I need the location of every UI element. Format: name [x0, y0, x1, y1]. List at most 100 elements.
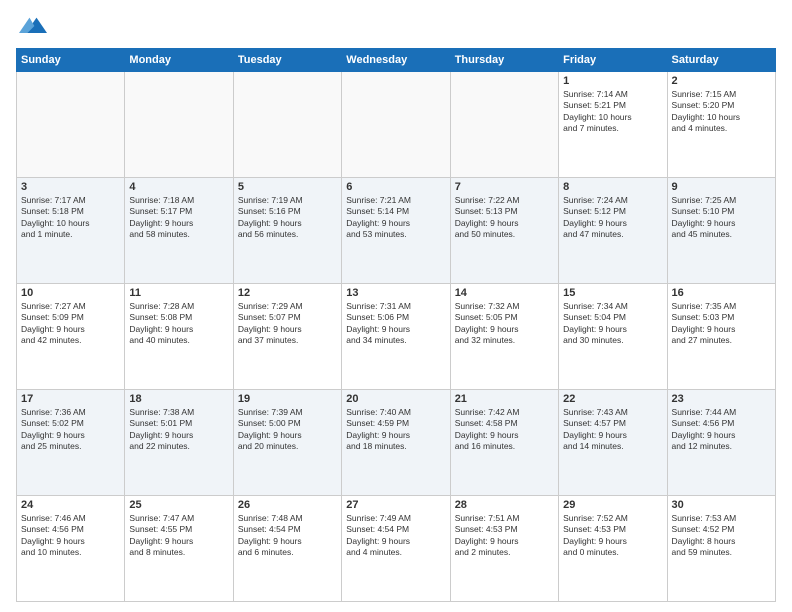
table-row: 28Sunrise: 7:51 AM Sunset: 4:53 PM Dayli… [450, 496, 558, 602]
logo-icon [19, 12, 47, 40]
table-row: 12Sunrise: 7:29 AM Sunset: 5:07 PM Dayli… [233, 284, 341, 390]
table-row [233, 72, 341, 178]
col-tuesday: Tuesday [233, 49, 341, 72]
day-number: 9 [672, 181, 771, 193]
day-info: Sunrise: 7:21 AM Sunset: 5:14 PM Dayligh… [346, 195, 445, 241]
day-info: Sunrise: 7:19 AM Sunset: 5:16 PM Dayligh… [238, 195, 337, 241]
day-info: Sunrise: 7:35 AM Sunset: 5:03 PM Dayligh… [672, 301, 771, 347]
calendar-week-row: 17Sunrise: 7:36 AM Sunset: 5:02 PM Dayli… [17, 390, 776, 496]
col-thursday: Thursday [450, 49, 558, 72]
table-row: 26Sunrise: 7:48 AM Sunset: 4:54 PM Dayli… [233, 496, 341, 602]
day-info: Sunrise: 7:31 AM Sunset: 5:06 PM Dayligh… [346, 301, 445, 347]
logo [16, 12, 47, 40]
table-row: 3 Sunrise: 7:17 AM Sunset: 5:18 PM Daylig… [17, 178, 125, 284]
table-row: 30 Sunrise: 7:53 AM Sunset: 4:52 PM Dayli… [667, 496, 775, 602]
table-row: 22 Sunrise: 7:43 AM Sunset: 4:57 PM Dayli… [559, 390, 667, 496]
day-number: 30 [672, 499, 771, 511]
header [16, 12, 776, 40]
day-info: Sunrise: 7:44 AM Sunset: 4:56 PM Dayligh… [672, 407, 771, 453]
day-info: Sunrise: 7:14 AM Sunset: 5:21 PM Dayligh… [563, 89, 662, 135]
table-row: 20 Sunrise: 7:40 AM Sunset: 4:59 PM Dayli… [342, 390, 450, 496]
table-row: 10 Sunrise: 7:27 AM Sunset: 5:09 PM Dayli… [17, 284, 125, 390]
day-number: 14 [455, 287, 554, 299]
col-sunday: Sunday [17, 49, 125, 72]
table-row: 29 Sunrise: 7:52 AM Sunset: 4:53 PM Dayli… [559, 496, 667, 602]
day-number: 17 [21, 393, 120, 405]
day-number: 8 [563, 181, 662, 193]
day-number: 10 [21, 287, 120, 299]
day-info: Sunrise: 7:22 AM Sunset: 5:13 PM Dayligh… [455, 195, 554, 241]
day-number: 5 [238, 181, 337, 193]
day-info: Sunrise: 7:49 AM Sunset: 4:54 PM Dayligh… [346, 513, 445, 559]
table-row: 7 Sunrise: 7:22 AM Sunset: 5:13 PM Daylig… [450, 178, 558, 284]
table-row: 15 Sunrise: 7:34 AM Sunset: 5:04 PM Dayli… [559, 284, 667, 390]
day-info: Sunrise: 7:27 AM Sunset: 5:09 PM Dayligh… [21, 301, 120, 347]
logo-text [16, 12, 47, 40]
day-info: Sunrise: 7:34 AM Sunset: 5:04 PM Dayligh… [563, 301, 662, 347]
day-number: 6 [346, 181, 445, 193]
calendar-week-row: 3 Sunrise: 7:17 AM Sunset: 5:18 PM Daylig… [17, 178, 776, 284]
table-row: 21Sunrise: 7:42 AM Sunset: 4:58 PM Dayli… [450, 390, 558, 496]
table-row: 17Sunrise: 7:36 AM Sunset: 5:02 PM Dayli… [17, 390, 125, 496]
day-info: Sunrise: 7:39 AM Sunset: 5:00 PM Dayligh… [238, 407, 337, 453]
day-number: 4 [129, 181, 228, 193]
day-number: 24 [21, 499, 120, 511]
calendar-header-row: Sunday Monday Tuesday Wednesday Thursday… [17, 49, 776, 72]
col-monday: Monday [125, 49, 233, 72]
day-number: 15 [563, 287, 662, 299]
day-number: 29 [563, 499, 662, 511]
table-row: 13 Sunrise: 7:31 AM Sunset: 5:06 PM Dayli… [342, 284, 450, 390]
day-number: 1 [563, 75, 662, 87]
day-info: Sunrise: 7:25 AM Sunset: 5:10 PM Dayligh… [672, 195, 771, 241]
calendar-week-row: 1 Sunrise: 7:14 AM Sunset: 5:21 PM Daylig… [17, 72, 776, 178]
day-number: 11 [129, 287, 228, 299]
day-info: Sunrise: 7:47 AM Sunset: 4:55 PM Dayligh… [129, 513, 228, 559]
day-info: Sunrise: 7:15 AM Sunset: 5:20 PM Dayligh… [672, 89, 771, 135]
calendar-table: Sunday Monday Tuesday Wednesday Thursday… [16, 48, 776, 602]
table-row: 25 Sunrise: 7:47 AM Sunset: 4:55 PM Dayli… [125, 496, 233, 602]
col-friday: Friday [559, 49, 667, 72]
page-container: Sunday Monday Tuesday Wednesday Thursday… [0, 0, 792, 612]
day-info: Sunrise: 7:18 AM Sunset: 5:17 PM Dayligh… [129, 195, 228, 241]
table-row [17, 72, 125, 178]
day-info: Sunrise: 7:24 AM Sunset: 5:12 PM Dayligh… [563, 195, 662, 241]
day-info: Sunrise: 7:43 AM Sunset: 4:57 PM Dayligh… [563, 407, 662, 453]
day-info: Sunrise: 7:32 AM Sunset: 5:05 PM Dayligh… [455, 301, 554, 347]
day-number: 3 [21, 181, 120, 193]
table-row: 4 Sunrise: 7:18 AM Sunset: 5:17 PM Daylig… [125, 178, 233, 284]
day-number: 7 [455, 181, 554, 193]
col-saturday: Saturday [667, 49, 775, 72]
table-row: 18Sunrise: 7:38 AM Sunset: 5:01 PM Dayli… [125, 390, 233, 496]
day-number: 19 [238, 393, 337, 405]
day-info: Sunrise: 7:46 AM Sunset: 4:56 PM Dayligh… [21, 513, 120, 559]
table-row [125, 72, 233, 178]
day-number: 23 [672, 393, 771, 405]
table-row: 8 Sunrise: 7:24 AM Sunset: 5:12 PM Daylig… [559, 178, 667, 284]
table-row: 24 Sunrise: 7:46 AM Sunset: 4:56 PM Dayli… [17, 496, 125, 602]
day-number: 22 [563, 393, 662, 405]
calendar-week-row: 10 Sunrise: 7:27 AM Sunset: 5:09 PM Dayli… [17, 284, 776, 390]
day-number: 25 [129, 499, 228, 511]
day-info: Sunrise: 7:53 AM Sunset: 4:52 PM Dayligh… [672, 513, 771, 559]
table-row: 11 Sunrise: 7:28 AM Sunset: 5:08 PM Dayli… [125, 284, 233, 390]
day-number: 16 [672, 287, 771, 299]
table-row: 16 Sunrise: 7:35 AM Sunset: 5:03 PM Dayli… [667, 284, 775, 390]
table-row [450, 72, 558, 178]
day-info: Sunrise: 7:28 AM Sunset: 5:08 PM Dayligh… [129, 301, 228, 347]
day-info: Sunrise: 7:17 AM Sunset: 5:18 PM Dayligh… [21, 195, 120, 241]
col-wednesday: Wednesday [342, 49, 450, 72]
day-number: 20 [346, 393, 445, 405]
table-row: 14 Sunrise: 7:32 AM Sunset: 5:05 PM Dayli… [450, 284, 558, 390]
table-row: 2 Sunrise: 7:15 AM Sunset: 5:20 PM Daylig… [667, 72, 775, 178]
day-info: Sunrise: 7:48 AM Sunset: 4:54 PM Dayligh… [238, 513, 337, 559]
day-number: 12 [238, 287, 337, 299]
table-row: 1 Sunrise: 7:14 AM Sunset: 5:21 PM Daylig… [559, 72, 667, 178]
day-info: Sunrise: 7:38 AM Sunset: 5:01 PM Dayligh… [129, 407, 228, 453]
day-info: Sunrise: 7:52 AM Sunset: 4:53 PM Dayligh… [563, 513, 662, 559]
day-number: 27 [346, 499, 445, 511]
day-info: Sunrise: 7:40 AM Sunset: 4:59 PM Dayligh… [346, 407, 445, 453]
day-number: 28 [455, 499, 554, 511]
day-number: 2 [672, 75, 771, 87]
table-row: 27 Sunrise: 7:49 AM Sunset: 4:54 PM Dayli… [342, 496, 450, 602]
day-number: 13 [346, 287, 445, 299]
